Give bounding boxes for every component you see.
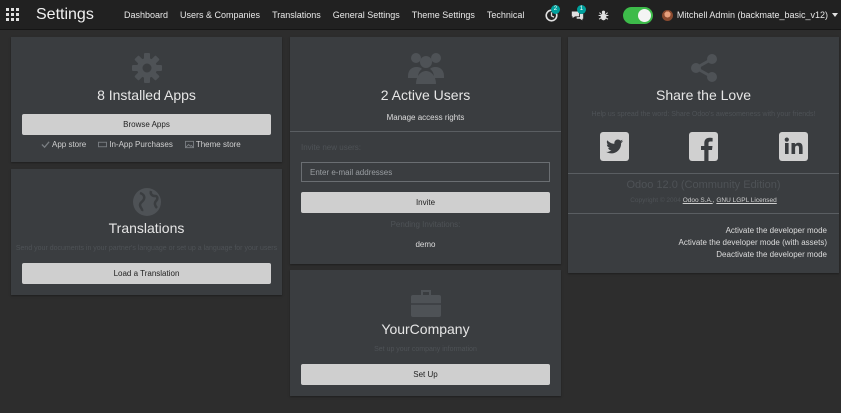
- company-name-title: YourCompany: [381, 321, 470, 337]
- odoo-sa-link[interactable]: Odoo S.A.: [683, 197, 713, 204]
- linkedin-icon[interactable]: [779, 132, 808, 161]
- odoo-edition: Odoo 12.0 (Community Edition): [626, 179, 781, 191]
- activate-developer-mode-assets-link[interactable]: Activate the developer mode (with assets…: [678, 238, 827, 247]
- users-divider: [290, 131, 561, 132]
- company-card: YourCompany Set up your company informat…: [290, 270, 561, 396]
- active-users-card: 2 Active Users Manage access rights Invi…: [290, 37, 561, 264]
- menu-dashboard[interactable]: Dashboard: [124, 10, 168, 20]
- app-links-row: App store In-App Purchases Theme store: [41, 140, 253, 149]
- translations-description: Send your documents in your partner's la…: [15, 245, 278, 252]
- menu-technical[interactable]: Technical: [487, 10, 525, 20]
- picture-icon: [184, 140, 194, 149]
- message-count-badge: 1: [576, 5, 586, 14]
- share-divider-top: [568, 173, 839, 174]
- set-up-company-button[interactable]: Set Up: [301, 364, 550, 385]
- app-store-label: App store: [52, 140, 87, 149]
- main-menu: Dashboard Users & Companies Translations…: [124, 10, 536, 20]
- share-divider-bottom: [568, 213, 839, 214]
- load-translation-button[interactable]: Load a Translation: [22, 263, 271, 284]
- debug-bug-icon[interactable]: [597, 7, 613, 23]
- ticket-icon: [98, 141, 108, 148]
- user-avatar: [661, 9, 673, 21]
- manage-access-rights-link[interactable]: Manage access rights: [290, 113, 561, 122]
- activate-developer-mode-link[interactable]: Activate the developer mode: [726, 226, 827, 235]
- user-menu[interactable]: Mitchell Admin (backmate_basic_v12): [677, 10, 828, 20]
- activity-count-badge: 2: [550, 5, 560, 14]
- in-app-purchases-link[interactable]: In-App Purchases: [98, 140, 173, 149]
- license-link[interactable]: GNU LGPL Licensed: [716, 197, 776, 204]
- menu-theme-settings[interactable]: Theme Settings: [412, 10, 475, 20]
- chevron-down-icon[interactable]: [832, 13, 838, 17]
- in-app-purchases-label: In-App Purchases: [109, 140, 173, 149]
- invite-button[interactable]: Invite: [301, 192, 550, 213]
- navbar-systray: 2 1 Mitchell Admin (backmate_basic_v12): [545, 0, 841, 30]
- menu-general-settings[interactable]: General Settings: [333, 10, 400, 20]
- translations-title: Translations: [108, 220, 185, 236]
- theme-store-label: Theme store: [195, 140, 241, 149]
- app-title: Settings: [36, 5, 94, 23]
- invite-users-label: Invite new users:: [301, 143, 362, 152]
- menu-translations[interactable]: Translations: [272, 10, 321, 20]
- activity-clock-icon[interactable]: 2: [545, 5, 561, 23]
- share-icon: [690, 54, 717, 82]
- pending-invitations-label: Pending Invitations:: [390, 220, 461, 229]
- check-icon: [41, 141, 50, 149]
- top-navbar: Settings Dashboard Users & Companies Tra…: [0, 0, 841, 30]
- theme-store-link[interactable]: Theme store: [184, 140, 241, 149]
- share-the-love-card: Share the Love Help us spread the word: …: [568, 37, 839, 273]
- facebook-icon[interactable]: [689, 132, 718, 161]
- installed-apps-title: 8 Installed Apps: [97, 87, 196, 103]
- company-description: Set up your company information: [374, 346, 477, 353]
- menu-users-companies[interactable]: Users & Companies: [180, 10, 260, 20]
- copyright-line: Copyright © 2004 Odoo S.A., GNU LGPL Lic…: [630, 197, 777, 204]
- share-description: Help us spread the word: Share Odoo's aw…: [591, 111, 816, 118]
- copyright-text: Copyright © 2004: [630, 197, 681, 204]
- theme-mode-toggle[interactable]: [622, 6, 653, 24]
- active-users-title: 2 Active Users: [380, 87, 471, 103]
- gear-icon: [131, 53, 162, 83]
- browse-apps-button[interactable]: Browse Apps: [22, 114, 271, 135]
- messages-comments-icon[interactable]: 1: [571, 5, 587, 23]
- translations-card: Translations Send your documents in your…: [11, 169, 282, 295]
- app-store-link[interactable]: App store: [41, 140, 86, 149]
- installed-apps-card: 8 Installed Apps Browse Apps App store I…: [11, 37, 282, 162]
- share-title: Share the Love: [656, 87, 751, 103]
- users-group-icon: [407, 53, 444, 84]
- deactivate-developer-mode-link[interactable]: Deactivate the developer mode: [716, 250, 827, 259]
- pending-user-item[interactable]: demo: [290, 240, 561, 249]
- briefcase-icon: [410, 290, 441, 317]
- apps-grid-icon[interactable]: [6, 8, 19, 21]
- twitter-icon[interactable]: [600, 132, 629, 161]
- globe-icon: [132, 188, 161, 216]
- email-addresses-input[interactable]: [301, 162, 550, 182]
